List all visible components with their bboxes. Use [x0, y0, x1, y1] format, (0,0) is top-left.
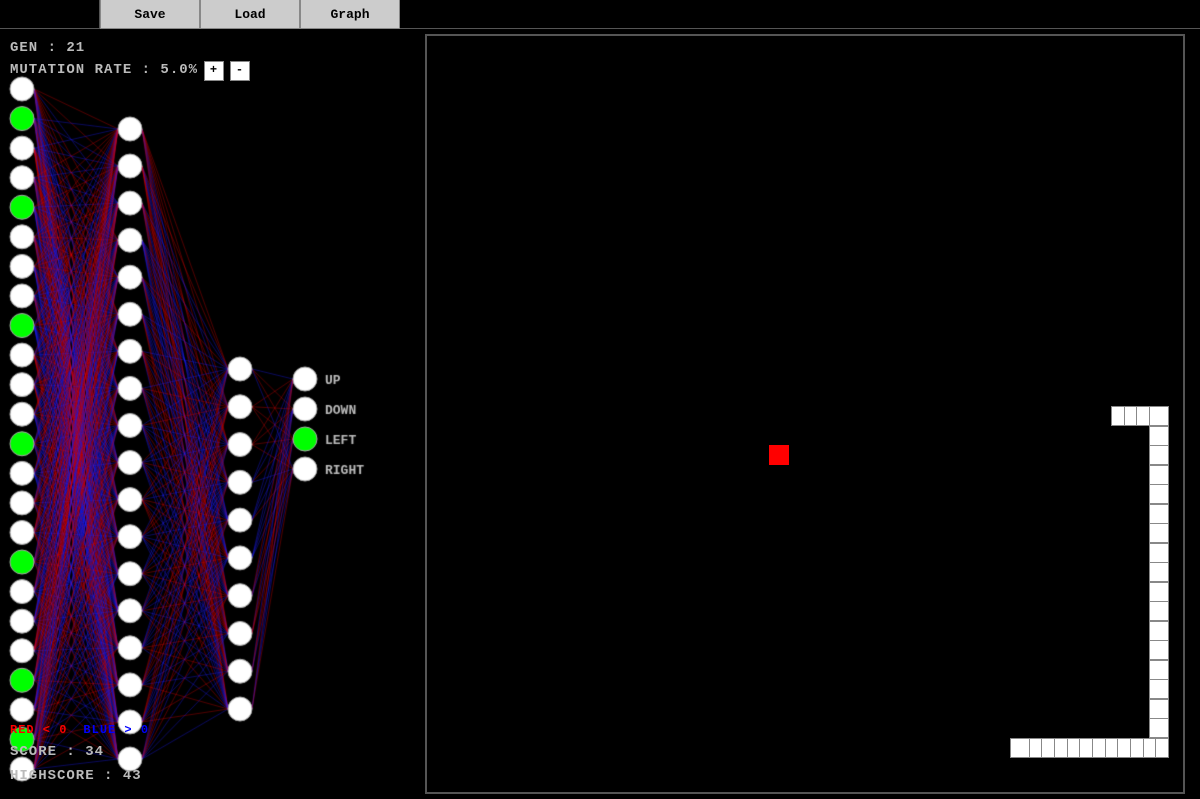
red-legend: RED < 0: [10, 723, 67, 737]
snake-segment: [1149, 660, 1169, 680]
graph-button[interactable]: Graph: [300, 0, 400, 29]
main-layout: GEN : 21 MUTATION RATE : 5.0% + - RED < …: [0, 29, 1200, 799]
left-panel: GEN : 21 MUTATION RATE : 5.0% + - RED < …: [0, 29, 410, 799]
score: SCORE : 34: [10, 741, 149, 765]
save-button[interactable]: Save: [100, 0, 200, 29]
snake-segment: [1149, 484, 1169, 504]
right-panel: [410, 29, 1200, 799]
snake-segment: [1149, 465, 1169, 485]
snake-segment: [1149, 679, 1169, 699]
snake-segment: [1149, 562, 1169, 582]
snake-segment: [1149, 504, 1169, 524]
toolbar-spacer: [0, 0, 100, 28]
info-section: GEN : 21 MUTATION RATE : 5.0% + -: [0, 29, 410, 90]
snake-segment: [1149, 699, 1169, 719]
snake-segment: [1149, 523, 1169, 543]
highscore: HIGHSCORE : 43: [10, 765, 149, 789]
toolbar: Save Load Graph: [0, 0, 1200, 29]
mutation-row: MUTATION RATE : 5.0% + -: [10, 59, 400, 81]
mutation-plus-button[interactable]: +: [204, 61, 224, 81]
snake-segment: [1149, 582, 1169, 602]
snake-segment: [1149, 445, 1169, 465]
gen-info: GEN : 21: [10, 37, 400, 59]
food: [769, 445, 789, 465]
snake-segment: [1149, 640, 1169, 660]
legend-row: RED < 0 BLUE > 0: [10, 723, 149, 737]
mutation-label: MUTATION RATE : 5.0%: [10, 59, 198, 81]
snake-segment: [1010, 738, 1030, 758]
game-canvas: [425, 34, 1185, 794]
snake-segment: [1149, 406, 1169, 426]
snake-segment: [1149, 543, 1169, 563]
network-canvas: [0, 29, 410, 799]
bottom-info: RED < 0 BLUE > 0 SCORE : 34 HIGHSCORE : …: [10, 723, 149, 789]
mutation-minus-button[interactable]: -: [230, 61, 250, 81]
snake-segment: [1149, 718, 1169, 738]
snake-segment: [1149, 601, 1169, 621]
load-button[interactable]: Load: [200, 0, 300, 29]
snake-segment: [1149, 621, 1169, 641]
snake-segment: [1149, 426, 1169, 446]
blue-legend: BLUE > 0: [83, 723, 149, 737]
